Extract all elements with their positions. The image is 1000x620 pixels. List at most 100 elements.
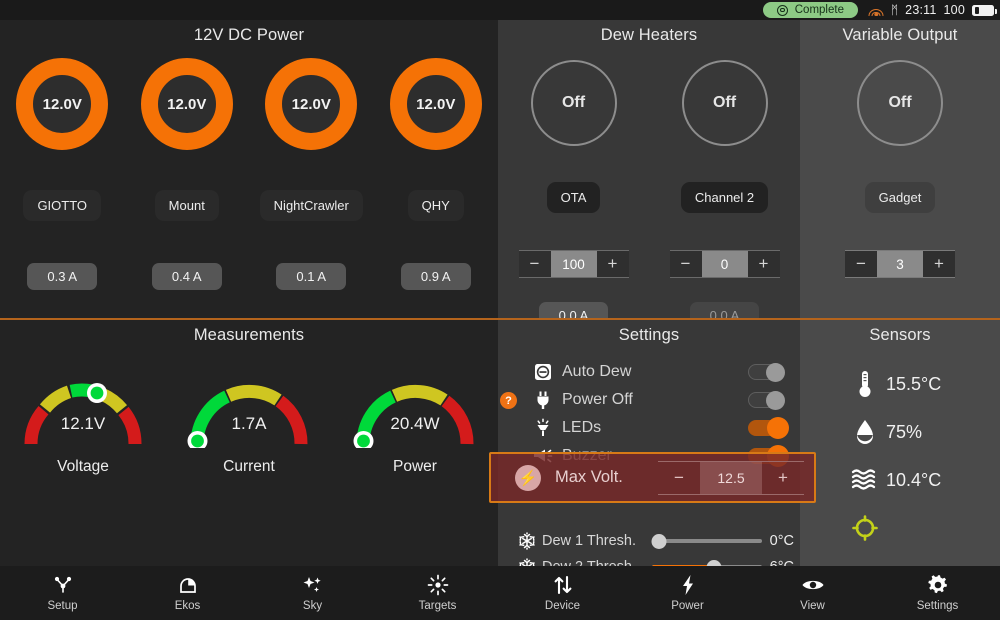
dc-port-name-button[interactable]: GIOTTO (23, 190, 102, 221)
nav-item-power[interactable]: Power (625, 566, 750, 620)
gauge-value: 12.1V (60, 414, 106, 433)
gauge-label: Power (393, 458, 437, 475)
gauge-label: Current (223, 458, 275, 475)
battery-icon (972, 4, 998, 16)
dc-port-voltage: 12.0V (416, 95, 456, 113)
variable-output-ring[interactable]: Off (857, 60, 943, 146)
measurements-panel: Measurements 12.1V Voltage 1.7A Current … (0, 320, 498, 566)
dc-port-current: 0.9 A (400, 263, 471, 290)
max-volt-value[interactable]: 12.5 (700, 461, 762, 494)
gauge-label: Voltage (57, 458, 109, 475)
dew-channel-level[interactable]: 100 (550, 251, 597, 277)
dew-channel-minus-button[interactable]: − (519, 251, 551, 277)
power-dashboard: Complete ᛗ 23:11 100 12V DC Power 12.0V … (0, 0, 1000, 620)
dc-port[interactable]: 12.0V (0, 58, 125, 150)
target-icon (776, 4, 788, 16)
gauge-arc: 1.7A (185, 378, 313, 448)
nav-item-device[interactable]: Device (500, 566, 625, 620)
variable-output-level[interactable]: 3 (877, 251, 923, 277)
nav-item-sky[interactable]: Sky (250, 566, 375, 620)
sensor-value: 15.5°C (886, 373, 942, 394)
clock-label: 23:11 (905, 3, 937, 17)
nav-item-ekos[interactable]: Ekos (125, 566, 250, 620)
dc-port-name-button[interactable]: QHY (407, 190, 464, 221)
dew-1-threshold-row[interactable]: Dew 1 Thresh. 0°C (498, 528, 800, 554)
dew-channel-name-button[interactable]: OTA (546, 182, 601, 213)
sensor-row-dewpoint: 10.4°C (800, 456, 1000, 504)
measurements-title: Measurements (193, 326, 305, 344)
dew-channel-stepper[interactable]: − 0 + (669, 250, 780, 278)
dew-channel-state: Off (712, 94, 737, 111)
leds-toggle[interactable] (748, 417, 789, 439)
sparkle-icon (302, 575, 324, 595)
dc-port[interactable]: 12.0V (249, 58, 374, 150)
bluetooth-icon: ᛗ (890, 3, 899, 17)
dc-port-current: 0.3 A (27, 263, 98, 290)
dc-port[interactable]: 12.0V (125, 58, 250, 150)
setting-row-leds[interactable]: LEDs (498, 414, 800, 442)
measurement-gauge: 20.4W Power (332, 378, 498, 476)
threshold-value: 0°C (769, 533, 794, 549)
starburst-icon (427, 574, 449, 595)
dc-port[interactable]: 12.0V (374, 58, 499, 150)
thermometer-icon (844, 369, 886, 399)
lamp-icon (524, 418, 562, 438)
job-status-label: Complete (794, 4, 844, 16)
sensor-row-temperature: 15.5°C (800, 360, 1000, 408)
variable-output-name-button[interactable]: Gadget (864, 182, 936, 213)
status-bar: Complete ᛗ 23:11 100 (0, 0, 1000, 20)
dc-port-voltage: 12.0V (167, 95, 207, 113)
dew-channel-name-button[interactable]: Channel 2 (680, 182, 769, 213)
setting-row-power-off[interactable]: ? Power Off (498, 386, 800, 414)
variable-output-title: Variable Output (842, 26, 958, 44)
dew-channel-stepper[interactable]: − 100 + (518, 250, 629, 278)
settings-panel: Settings Auto Dew ? Power Off LEDs Dew 1… (498, 320, 800, 576)
dc-port-ring[interactable]: 12.0V (389, 58, 482, 150)
nav-item-setup[interactable]: Setup (0, 566, 125, 620)
nav-item-settings[interactable]: Settings (875, 566, 1000, 620)
dc-port-ring[interactable]: 12.0V (265, 58, 358, 150)
variable-output-minus-button[interactable]: − (845, 251, 877, 277)
sensor-row-humidity: 75% (800, 408, 1000, 456)
power-off-toggle[interactable] (748, 391, 785, 410)
variable-output-state: Off (888, 94, 912, 111)
bolt-circle-icon: ⚡ (515, 464, 541, 491)
max-volt-stepper[interactable]: − 12.5 + (658, 460, 804, 495)
dew-channel-plus-button[interactable]: + (597, 251, 629, 277)
max-volt-label: Max Volt. (555, 468, 623, 486)
section-divider (0, 318, 1000, 320)
dc-port-ring[interactable]: 12.0V (140, 58, 233, 150)
dew-channel: Off Channel 2 − 0 + 0.0 A (649, 60, 800, 329)
variable-output-stepper[interactable]: − 3 + (845, 250, 955, 278)
dew-channel-ring[interactable]: Off (530, 60, 617, 146)
max-volt-row[interactable]: ⚡ Max Volt. − 12.5 + (489, 452, 816, 503)
variable-output-plus-button[interactable]: + (923, 251, 955, 277)
bottom-navigation: Setup Ekos Sky Targets Device Power View… (0, 566, 1000, 620)
nav-item-view[interactable]: View (750, 566, 875, 620)
dew-channel-ring[interactable]: Off (681, 60, 768, 146)
compass-icon (844, 514, 886, 542)
dc-port-name-button[interactable]: Mount (154, 190, 219, 221)
dew-channel-minus-button[interactable]: − (670, 251, 702, 277)
plug-icon (524, 390, 562, 410)
job-status-badge[interactable]: Complete (762, 2, 858, 18)
sensors-panel: Sensors 15.5°C 75% 10.4°C (800, 320, 1000, 566)
nav-label: Settings (916, 599, 959, 612)
sensors-title: Sensors (869, 326, 931, 344)
warning-badge[interactable]: ? (500, 392, 517, 409)
nav-label: View (800, 599, 825, 612)
dc-port-current: 0.1 A (276, 263, 347, 290)
max-volt-plus-button[interactable]: + (762, 462, 804, 494)
snowflake-icon (512, 531, 542, 551)
dc-port-ring[interactable]: 12.0V (16, 58, 109, 150)
auto-dew-toggle[interactable] (748, 363, 785, 382)
nav-item-targets[interactable]: Targets (375, 566, 500, 620)
dew-channel-plus-button[interactable]: + (748, 251, 780, 277)
dew-channel-level[interactable]: 0 (701, 251, 748, 277)
nav-label: Power (671, 599, 704, 612)
setting-row-auto-dew[interactable]: Auto Dew (498, 358, 800, 386)
dc-port-name-button[interactable]: NightCrawler (259, 190, 363, 221)
max-volt-minus-button[interactable]: − (658, 462, 700, 494)
gauge-arc: 20.4W (351, 378, 479, 448)
dew-1-threshold-slider[interactable] (651, 532, 762, 550)
